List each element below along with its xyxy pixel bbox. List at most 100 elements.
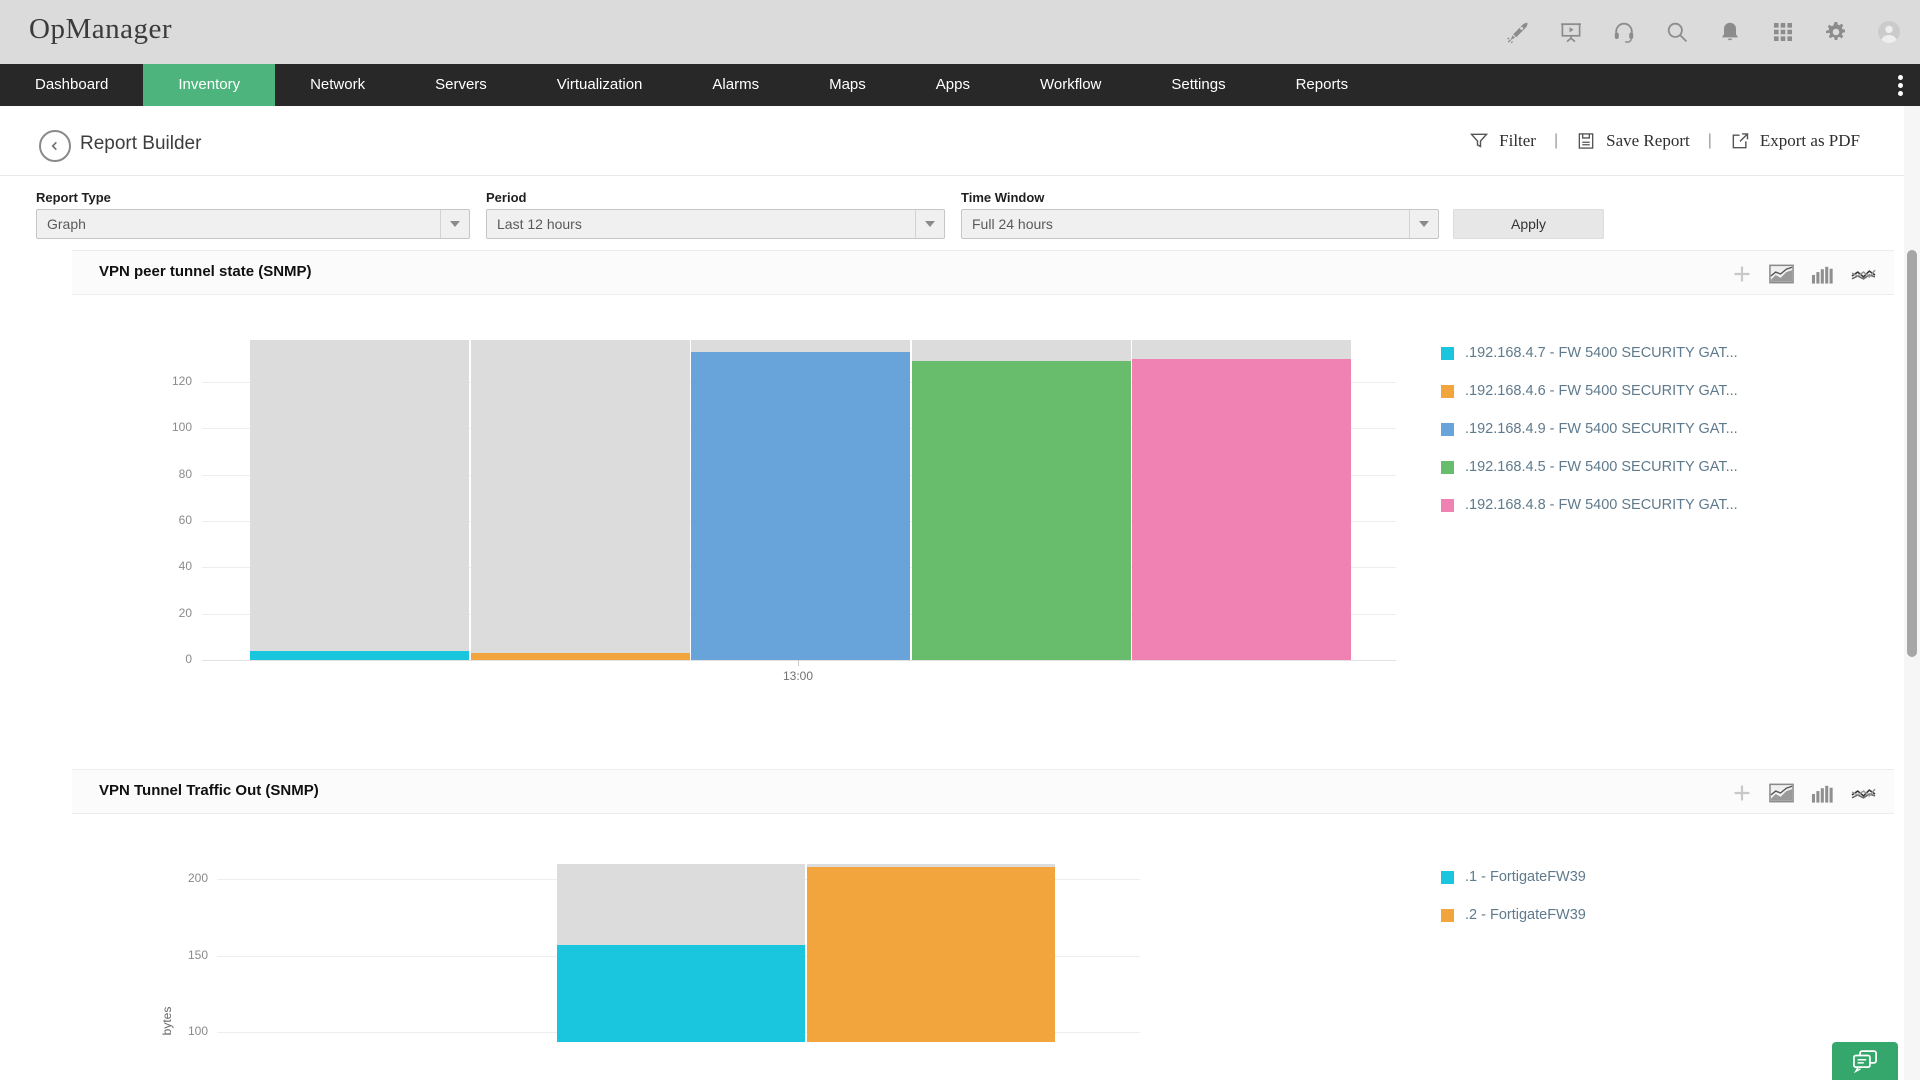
chart1-ytick-label: 60 [132, 513, 192, 527]
chart1-gridline [202, 475, 1396, 476]
chart2-legend-item[interactable]: .2 - FortigateFW39 [1441, 907, 1586, 923]
user-avatar[interactable] [1876, 19, 1902, 45]
funnel-icon [1469, 131, 1489, 151]
apps-grid-icon[interactable] [1770, 19, 1796, 45]
chart1-tools [1732, 251, 1876, 296]
legend-label: .2 - FortigateFW39 [1465, 907, 1586, 923]
nav-item-dashboard[interactable]: Dashboard [0, 64, 143, 106]
legend-swatch [1441, 499, 1454, 512]
chart2-ylabel: bytes [160, 991, 174, 1051]
support-headset-icon[interactable] [1611, 19, 1637, 45]
report-type-label: Report Type [36, 190, 111, 205]
nav-item-reports[interactable]: Reports [1261, 64, 1384, 106]
chart1-legend-item[interactable]: .192.168.4.7 - FW 5400 SECURITY GAT... [1441, 345, 1738, 361]
chart1-bar-series [912, 361, 1131, 660]
save-icon [1576, 131, 1596, 151]
chart1-bar-series [691, 352, 910, 660]
apply-button[interactable]: Apply [1453, 209, 1604, 239]
chart1-ytick-label: 0 [132, 652, 192, 666]
chevron-down-icon [440, 210, 469, 238]
legend-label: .192.168.4.9 - FW 5400 SECURITY GAT... [1465, 421, 1738, 437]
chart1-ytick-label: 40 [132, 559, 192, 573]
search-icon[interactable] [1664, 19, 1690, 45]
chart1-gridline [202, 660, 1396, 661]
toolbar-separator: | [1554, 132, 1558, 150]
legend-swatch [1441, 461, 1454, 474]
opmanager-app: OpManager [0, 0, 1920, 1080]
chart1-bar-series [471, 653, 690, 660]
chart1-ytick-label: 80 [132, 467, 192, 481]
legend-label: .1 - FortigateFW39 [1465, 869, 1586, 885]
back-button[interactable] [39, 130, 71, 162]
nav-items: DashboardInventoryNetworkServersVirtuali… [0, 64, 1383, 106]
chart1-xtick-label: 13:00 [783, 669, 813, 683]
nav-item-workflow[interactable]: Workflow [1005, 64, 1136, 106]
chart2-ytick-label: 100 [148, 1024, 208, 1038]
notifications-bell-icon[interactable] [1717, 19, 1743, 45]
chart1-xtick-mark [798, 660, 799, 666]
nav-item-settings[interactable]: Settings [1136, 64, 1260, 106]
legend-swatch [1441, 385, 1454, 398]
chart2-title: VPN Tunnel Traffic Out (SNMP) [99, 782, 319, 799]
report-type-dropdown[interactable]: Graph [36, 209, 470, 239]
chart2-bar-background [557, 864, 805, 1042]
settings-gear-icon[interactable] [1823, 19, 1849, 45]
time-window-dropdown[interactable]: Full 24 hours [961, 209, 1439, 239]
export-pdf-button[interactable]: Export as PDF [1730, 131, 1860, 151]
vertical-scrollbar [1904, 106, 1920, 1080]
period-label: Period [486, 190, 526, 205]
add-widget-plus-icon[interactable] [1732, 264, 1752, 284]
nav-overflow-menu-icon[interactable] [1890, 64, 1910, 106]
top-header: OpManager [0, 0, 1920, 65]
header-icon-bar [1505, 0, 1902, 64]
line-chart-icon[interactable] [1851, 783, 1876, 803]
chart1-bar-background [250, 340, 469, 660]
area-chart-icon[interactable] [1769, 264, 1794, 284]
chevron-down-icon [1409, 210, 1438, 238]
chart2-gridline [217, 1032, 1140, 1033]
chart1-legend-item[interactable]: .192.168.4.6 - FW 5400 SECURITY GAT... [1441, 383, 1738, 399]
chart1-legend-item[interactable]: .192.168.4.5 - FW 5400 SECURITY GAT... [1441, 459, 1738, 475]
save-report-button[interactable]: Save Report [1576, 131, 1690, 151]
chart1-bar-series [250, 651, 469, 660]
area-chart-icon[interactable] [1769, 783, 1794, 803]
chart1-bar-background [691, 340, 910, 660]
nav-item-maps[interactable]: Maps [794, 64, 901, 106]
chart1-legend-item[interactable]: .192.168.4.8 - FW 5400 SECURITY GAT... [1441, 497, 1738, 513]
time-window-label: Time Window [961, 190, 1044, 205]
scrollbar-thumb[interactable] [1907, 250, 1917, 657]
export-icon [1730, 131, 1750, 151]
chart1-bar-series [1132, 359, 1351, 660]
app-logo: OpManager [29, 13, 172, 46]
page-title: Report Builder [80, 133, 201, 155]
legend-swatch [1441, 347, 1454, 360]
period-dropdown[interactable]: Last 12 hours [486, 209, 945, 239]
chart2-bar-series [807, 867, 1055, 1042]
add-widget-plus-icon[interactable] [1732, 783, 1752, 803]
bar-chart-icon[interactable] [1811, 264, 1834, 284]
chart1-panel-header: VPN peer tunnel state (SNMP) [72, 250, 1894, 295]
chart1-ytick-label: 120 [132, 374, 192, 388]
bar-chart-icon[interactable] [1811, 783, 1834, 803]
chart1-gridline [202, 382, 1396, 383]
chevron-left-icon [47, 138, 63, 154]
report-toolbar: Filter | Save Report | Export as PDF [1469, 106, 1860, 175]
nav-item-virtualization[interactable]: Virtualization [522, 64, 678, 106]
chart2-ytick-label: 150 [148, 948, 208, 962]
chart1-bar-background [912, 340, 1131, 660]
getting-started-rocket-icon[interactable] [1505, 19, 1531, 45]
nav-item-alarms[interactable]: Alarms [677, 64, 794, 106]
chart1-title: VPN peer tunnel state (SNMP) [99, 263, 312, 280]
nav-item-inventory[interactable]: Inventory [143, 64, 275, 106]
chart1-legend-item[interactable]: .192.168.4.9 - FW 5400 SECURITY GAT... [1441, 421, 1738, 437]
live-chat-button[interactable] [1832, 1042, 1898, 1080]
nav-item-servers[interactable]: Servers [400, 64, 522, 106]
nav-item-network[interactable]: Network [275, 64, 400, 106]
line-chart-icon[interactable] [1851, 264, 1876, 284]
filter-button[interactable]: Filter [1469, 131, 1536, 151]
training-presentation-icon[interactable] [1558, 19, 1584, 45]
chart2-legend-item[interactable]: .1 - FortigateFW39 [1441, 869, 1586, 885]
nav-item-apps[interactable]: Apps [901, 64, 1005, 106]
legend-label: .192.168.4.6 - FW 5400 SECURITY GAT... [1465, 383, 1738, 399]
legend-label: .192.168.4.7 - FW 5400 SECURITY GAT... [1465, 345, 1738, 361]
